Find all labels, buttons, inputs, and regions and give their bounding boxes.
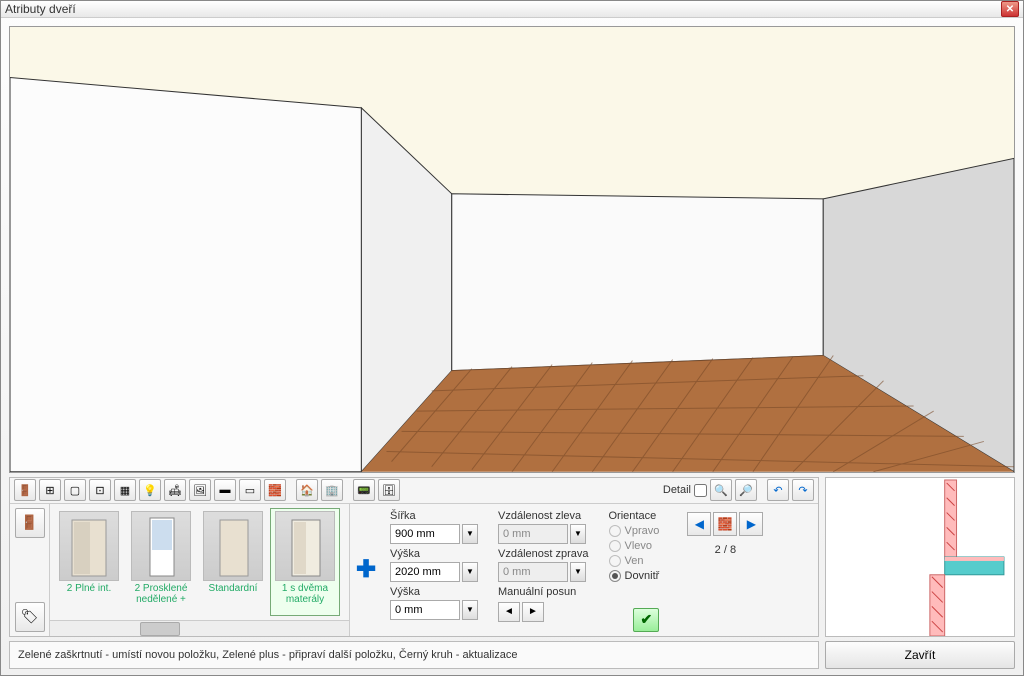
- category-toolbar: 🚪 ⊞ ▢ ⊡ ▦ 💡 🛋 🖼 ▬ ▭ 🧱 🏠 🏢 📟 🗄: [10, 478, 818, 504]
- height2-input[interactable]: [390, 600, 460, 620]
- orientation-left-radio[interactable]: Vlevo: [609, 540, 660, 552]
- manual-label: Manuální posun: [498, 586, 589, 598]
- height2-dropdown-icon[interactable]: ▼: [462, 600, 478, 620]
- dist-right-label: Vzdálenost zprava: [498, 548, 589, 560]
- radiator-category-icon[interactable]: ▦: [114, 479, 136, 501]
- thumb-scrollbar[interactable]: [50, 620, 349, 636]
- socket-category-icon[interactable]: ⊡: [89, 479, 111, 501]
- door-thumb-1[interactable]: 2 Prosklené nedělené +: [126, 508, 196, 616]
- manual-prev-icon[interactable]: ◄: [498, 602, 520, 622]
- door-category-icon[interactable]: 🚪: [14, 479, 36, 501]
- dist-left-input: [498, 524, 568, 544]
- picture-category-icon[interactable]: 🖼: [189, 479, 211, 501]
- tag-icon[interactable]: 🏷: [15, 602, 45, 632]
- status-bar: Zelené zaškrtnutí - umístí novou položku…: [9, 641, 819, 669]
- floor-category-icon[interactable]: ▬: [214, 479, 236, 501]
- zoom-out-icon[interactable]: 🔎: [735, 479, 757, 501]
- width-input[interactable]: [390, 524, 460, 544]
- width-label: Šířka: [390, 510, 478, 522]
- ceiling-category-icon[interactable]: ▭: [239, 479, 261, 501]
- thumbnail-list: 2 Plné int. 2 Prosklené nedělené + Stand…: [50, 504, 350, 636]
- detail-checkbox[interactable]: [694, 484, 707, 497]
- window-title: Atributy dveří: [5, 2, 1001, 16]
- wall-brick-icon[interactable]: 🧱: [713, 512, 737, 536]
- building-tool-icon[interactable]: 🏢: [321, 479, 343, 501]
- dist-right-dropdown-icon[interactable]: ▼: [570, 562, 586, 582]
- dist-left-dropdown-icon[interactable]: ▼: [570, 524, 586, 544]
- titlebar: Atributy dveří ✕: [1, 1, 1023, 18]
- cabinet-tool-icon[interactable]: 🗄: [378, 479, 400, 501]
- manual-next-icon[interactable]: ►: [522, 602, 544, 622]
- door-thumb-0[interactable]: 2 Plné int.: [54, 508, 124, 616]
- door-thumb-3[interactable]: 1 s dvěma materály: [270, 508, 340, 616]
- orientation-label: Orientace: [609, 510, 660, 522]
- furniture-category-icon[interactable]: 🛋: [164, 479, 186, 501]
- preview-3d-viewport[interactable]: [9, 26, 1015, 473]
- height2-label: Výška: [390, 586, 478, 598]
- side-strip: 🚪 🏷: [10, 504, 50, 636]
- orientation-in-radio[interactable]: Dovnitř: [609, 570, 660, 582]
- window-category-icon[interactable]: ⊞: [39, 479, 61, 501]
- orientation-out-radio[interactable]: Ven: [609, 555, 660, 567]
- dist-left-label: Vzdálenost zleva: [498, 510, 589, 522]
- wall-prev-icon[interactable]: ◀: [687, 512, 711, 536]
- detail-label: Detail: [663, 484, 691, 496]
- house-tool-icon[interactable]: 🏠: [296, 479, 318, 501]
- dist-right-input: [498, 562, 568, 582]
- thumb-label: 1 s dvěma materály: [273, 583, 337, 605]
- zoom-in-icon[interactable]: 🔍: [710, 479, 732, 501]
- height-label: Výška: [390, 548, 478, 560]
- wall-next-icon[interactable]: ▶: [739, 512, 763, 536]
- dimension-fields: Šířka ▼ Výška ▼ Výška: [382, 504, 818, 636]
- bottom-row: Zelené zaškrtnutí - umístí novou položku…: [9, 641, 1015, 669]
- plus-icon[interactable]: ✚: [356, 555, 376, 584]
- redo-icon[interactable]: ↷: [792, 479, 814, 501]
- stove-tool-icon[interactable]: 📟: [353, 479, 375, 501]
- thumb-label: Standardní: [209, 583, 258, 594]
- controls-row: 🚪 ⊞ ▢ ⊡ ▦ 💡 🛋 🖼 ▬ ▭ 🧱 🏠 🏢 📟 🗄: [9, 477, 1015, 637]
- orientation-right-radio[interactable]: Vpravo: [609, 525, 660, 537]
- params-area: 🚪 🏷 2 Plné int. 2 Prosklen: [10, 504, 818, 636]
- thumb-label: 2 Plné int.: [67, 583, 111, 594]
- plan-preview[interactable]: [825, 477, 1015, 637]
- dialog-window: Atributy dveří ✕: [0, 0, 1024, 676]
- close-icon[interactable]: ✕: [1001, 1, 1019, 17]
- height-dropdown-icon[interactable]: ▼: [462, 562, 478, 582]
- width-dropdown-icon[interactable]: ▼: [462, 524, 478, 544]
- door-thumb-2[interactable]: Standardní: [198, 508, 268, 616]
- content-area: 🚪 ⊞ ▢ ⊡ ▦ 💡 🛋 🖼 ▬ ▭ 🧱 🏠 🏢 📟 🗄: [1, 18, 1023, 677]
- wall-counter: 2 / 8: [715, 544, 736, 556]
- confirm-check-icon[interactable]: ✔: [633, 608, 659, 632]
- add-column: ✚: [350, 504, 382, 636]
- brick-category-icon[interactable]: 🧱: [264, 479, 286, 501]
- lamp-category-icon[interactable]: 💡: [139, 479, 161, 501]
- thumb-label: 2 Prosklené nedělené +: [129, 583, 193, 605]
- opening-category-icon[interactable]: ▢: [64, 479, 86, 501]
- undo-icon[interactable]: ↶: [767, 479, 789, 501]
- height-input[interactable]: [390, 562, 460, 582]
- close-button[interactable]: Zavřít: [825, 641, 1015, 669]
- door-type-icon[interactable]: 🚪: [15, 508, 45, 538]
- parameters-panel: 🚪 ⊞ ▢ ⊡ ▦ 💡 🛋 🖼 ▬ ▭ 🧱 🏠 🏢 📟 🗄: [9, 477, 819, 637]
